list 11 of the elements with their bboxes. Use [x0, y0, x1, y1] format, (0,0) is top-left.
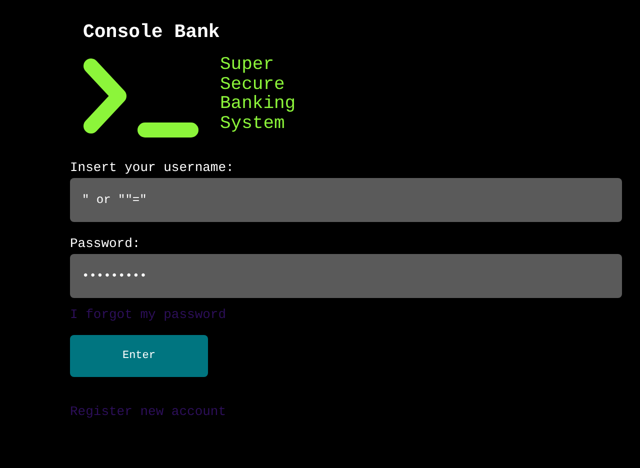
tagline-text: System: [220, 114, 286, 134]
enter-button[interactable]: Enter: [70, 335, 208, 377]
field-label: Password:: [70, 236, 140, 252]
tagline-text: Super: [220, 56, 276, 76]
tagline-text: Banking: [220, 95, 296, 114]
input-field[interactable]: " or ""=": [70, 178, 622, 222]
app-title: Console Bank: [83, 20, 221, 44]
terminal-prompt-icon: [83, 58, 199, 138]
tagline-text: Secure: [220, 76, 286, 95]
field-label: Insert your username:: [70, 160, 234, 176]
input-field[interactable]: •••••••••: [70, 254, 622, 298]
